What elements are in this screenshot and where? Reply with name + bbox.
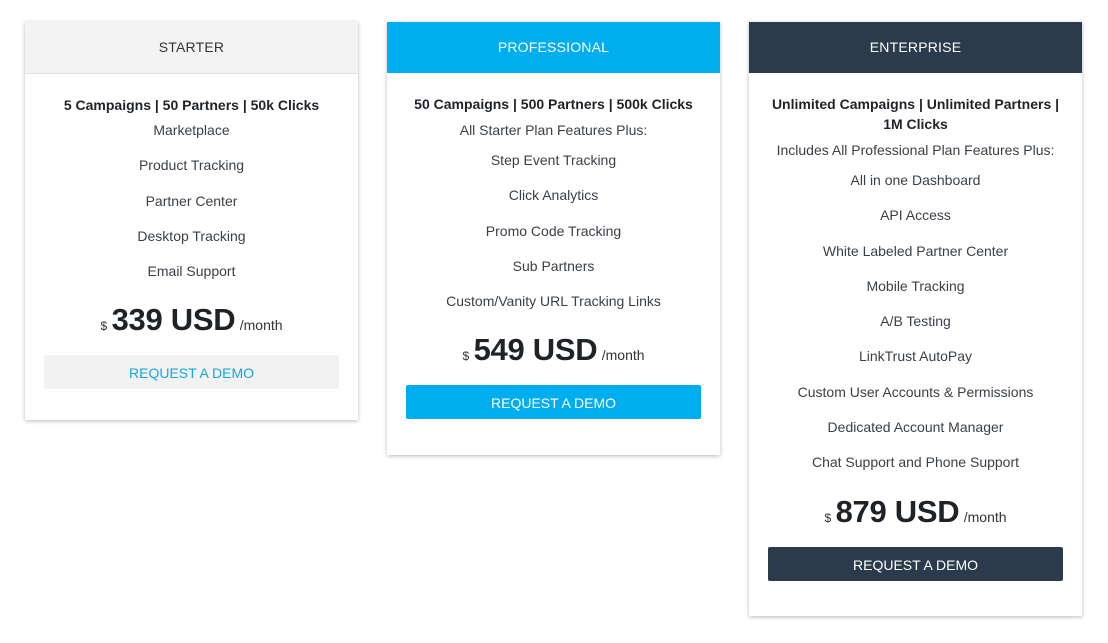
pricing-card-enterprise: ENTERPRISE Unlimited Campaigns | Unlimit…	[749, 22, 1082, 616]
feature-item: Custom User Accounts & Permissions	[797, 383, 1034, 400]
plan-headline: 50 Campaigns | 500 Partners | 500k Click…	[414, 96, 693, 112]
price-amount: 879 USD	[835, 493, 960, 529]
price-amount: 549 USD	[473, 332, 598, 368]
plan-name: ENTERPRISE	[749, 22, 1082, 73]
feature-item: Desktop Tracking	[137, 227, 246, 244]
feature-item: Email Support	[147, 263, 236, 280]
feature-item: Sub Partners	[512, 257, 595, 274]
feature-item: Click Analytics	[508, 187, 599, 204]
plan-intro: Includes All Professional Plan Features …	[776, 142, 1055, 158]
feature-item: Mobile Tracking	[866, 277, 965, 294]
feature-item: API Access	[880, 207, 951, 224]
plan-price: $ 879 USD /month	[767, 489, 1064, 535]
plan-price: $ 549 USD /month	[405, 327, 702, 373]
plan-name: STARTER	[25, 22, 358, 74]
feature-list: Step Event Tracking Click Analytics Prom…	[405, 143, 702, 319]
request-demo-button[interactable]: REQUEST A DEMO	[768, 546, 1063, 581]
pricing-card-starter: STARTER 5 Campaigns | 50 Partners | 50k …	[25, 22, 358, 420]
currency-symbol: $	[824, 510, 832, 525]
plan-intro: All Starter Plan Features Plus:	[459, 122, 648, 138]
feature-item: Chat Support and Phone Support	[811, 454, 1020, 471]
currency-symbol: $	[462, 349, 470, 364]
feature-item: LinkTrust AutoPay	[858, 348, 973, 365]
feature-list: Marketplace Product Tracking Partner Cen…	[43, 113, 340, 289]
feature-item: Dedicated Account Manager	[827, 419, 1004, 436]
plan-headline: 5 Campaigns | 50 Partners | 50k Clicks	[63, 97, 320, 113]
feature-item: White Labeled Partner Center	[822, 242, 1009, 259]
request-demo-button[interactable]: REQUEST A DEMO	[406, 385, 701, 420]
plan-headline: Unlimited Campaigns | Unlimited Partners…	[771, 96, 1060, 132]
feature-list: All in one Dashboard API Access White La…	[767, 163, 1064, 481]
feature-item: Custom/Vanity URL Tracking Links	[446, 293, 661, 310]
price-period: /month	[239, 317, 283, 334]
price-amount: 339 USD	[111, 302, 236, 338]
feature-item: Marketplace	[153, 122, 230, 138]
price-period: /month	[963, 508, 1007, 525]
feature-item: Promo Code Tracking	[485, 222, 622, 239]
feature-item: A/B Testing	[880, 313, 951, 330]
pricing-card-professional: PROFESSIONAL 50 Campaigns | 500 Partners…	[387, 22, 720, 455]
plan-name: PROFESSIONAL	[387, 22, 720, 73]
currency-symbol: $	[100, 319, 108, 334]
price-period: /month	[601, 347, 645, 364]
feature-item: All in one Dashboard	[850, 172, 981, 188]
feature-item: Partner Center	[145, 192, 238, 209]
feature-item: Step Event Tracking	[490, 152, 617, 168]
feature-item: Product Tracking	[138, 157, 245, 174]
plan-price: $ 339 USD /month	[43, 297, 340, 343]
request-demo-button[interactable]: REQUEST A DEMO	[44, 355, 339, 390]
